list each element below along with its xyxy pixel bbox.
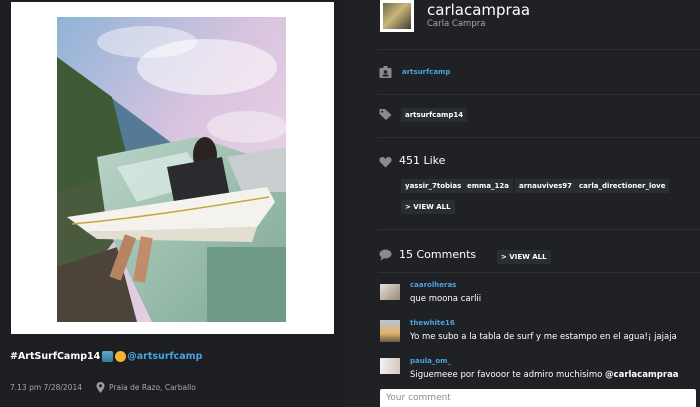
likes-count: 451 Like [399,154,446,167]
comment-text: Siguemeee por favooor te admiro muchisim… [410,370,679,380]
post-panel: #ArtSurfCamp14 @artsurfcamp 7.13 pm 7/28… [0,0,345,407]
comment-text: que moona carlii [410,294,482,304]
liker-chip[interactable]: emma_12a [463,179,514,193]
comment-username[interactable]: caarolheras [410,281,456,289]
liker-chip[interactable]: arnauvives97 [515,179,577,193]
profile-full-name: Carla Campra [427,19,486,29]
divider [378,229,700,230]
map-pin-icon [96,382,105,393]
post-photo-frame [11,2,334,334]
commenter-avatar[interactable] [380,358,400,374]
comment-username[interactable]: paula_om_ [410,357,451,365]
post-caption: #ArtSurfCamp14 @artsurfcamp [10,351,202,362]
tag-chip[interactable]: artsurfcamp14 [401,108,468,122]
speech-bubble-icon [379,249,392,261]
tag-icon [379,109,392,120]
post-location[interactable]: Praia de Razo, Carballo [109,383,196,392]
details-panel: carlacampraa Carla Campra artsurfcamp ar… [345,0,700,407]
caption-hashtag[interactable]: #ArtSurfCamp14 [10,351,100,362]
divider [378,49,700,50]
id-badge-icon [379,66,392,78]
commenter-avatar[interactable] [380,284,400,300]
comment-mention[interactable]: @carlacampraa [605,370,679,380]
post-time: 7.13 pm 7/28/2014 [10,383,82,392]
caption-mention[interactable]: @artsurfcamp [127,351,202,362]
post-photo[interactable] [57,17,286,322]
comments-view-all-button[interactable]: > VIEW ALL [497,250,551,264]
likes-view-all-button[interactable]: > VIEW ALL [401,200,455,214]
wave-emoji-icon [102,351,114,362]
profile-username[interactable]: carlacampraa [427,1,530,19]
comment-username[interactable]: thewhite16 [410,319,455,327]
account-link[interactable]: artsurfcamp [402,68,450,76]
divider [378,94,700,95]
profile-avatar[interactable] [380,0,414,32]
comments-count: 15 Comments [399,248,477,261]
commenter-avatar[interactable] [380,320,400,342]
liker-chip[interactable]: carla_directioner_love [575,179,670,193]
smile-emoji-icon [115,351,127,362]
comment-text: Yo me subo a la tabla de surf y me estam… [410,332,677,342]
comment-input[interactable]: Your comment [380,389,696,407]
comment-text-body: Siguemeee por favooor te admiro muchisim… [410,370,606,380]
divider [378,272,700,273]
divider [378,137,700,138]
liker-chip[interactable]: yassir_7tobias [401,179,466,193]
post-meta: 7.13 pm 7/28/2014 Praia de Razo, Carball… [10,382,196,393]
heart-icon [379,156,392,168]
